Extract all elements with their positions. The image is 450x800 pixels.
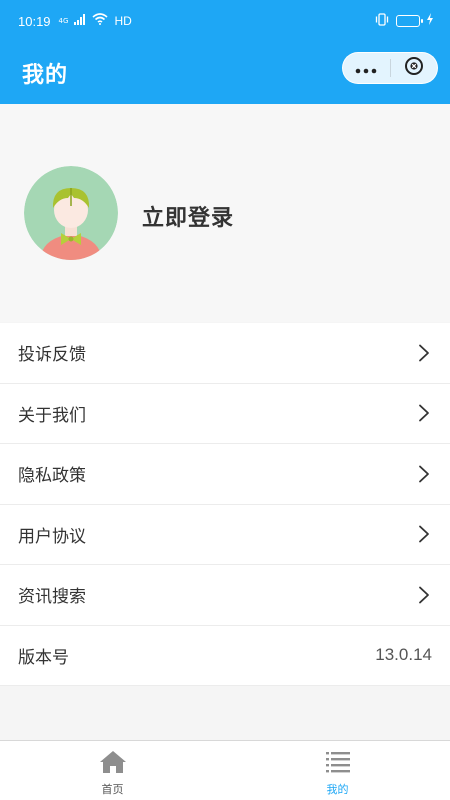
tab-bar: 首页 我的	[0, 740, 450, 800]
chevron-right-icon	[418, 586, 430, 604]
status-right	[374, 12, 434, 30]
chevron-right-icon	[418, 465, 430, 483]
page-title: 我的	[22, 63, 69, 88]
close-circle-icon	[404, 56, 424, 80]
tab-home[interactable]: 首页	[0, 741, 225, 800]
more-button[interactable]	[343, 53, 390, 83]
chevron-right-icon	[418, 404, 430, 422]
wifi-icon	[92, 13, 108, 29]
tab-mine-label: 我的	[326, 783, 349, 796]
menu-item-label: 关于我们	[18, 405, 86, 426]
menu-item-version: 版本号 13.0.14	[0, 626, 450, 686]
status-time: 10:19	[18, 13, 51, 29]
menu-item-feedback[interactable]: 投诉反馈	[0, 323, 450, 384]
login-link[interactable]: 立即登录	[142, 200, 234, 232]
menu-item-label: 隐私政策	[18, 466, 86, 487]
menu-item-label: 投诉反馈	[18, 345, 86, 366]
chevron-right-icon	[418, 344, 430, 362]
menu-item-label: 用户协议	[18, 526, 86, 547]
network-type: 4G	[58, 16, 69, 25]
tab-mine[interactable]: 我的	[225, 741, 450, 800]
close-button[interactable]	[391, 53, 438, 83]
chevron-right-icon	[418, 525, 430, 543]
menu-item-about[interactable]: 关于我们	[0, 384, 450, 444]
list-icon	[325, 750, 351, 778]
menu-item-label: 资讯搜索	[18, 587, 86, 608]
version-label: 版本号	[18, 647, 69, 668]
user-avatar-icon[interactable]	[24, 166, 118, 260]
menu-item-news-search[interactable]: 资讯搜索	[0, 565, 450, 626]
profile-section: 立即登录	[0, 104, 450, 322]
battery-icon	[396, 15, 423, 27]
menu-item-privacy[interactable]: 隐私政策	[0, 444, 450, 505]
mini-program-capsule	[342, 52, 438, 84]
menu-item-agreement[interactable]: 用户协议	[0, 505, 450, 565]
vibrate-icon	[374, 12, 390, 30]
signal-icon	[74, 13, 86, 29]
status-left: 10:19 4G HD	[18, 13, 132, 29]
home-icon	[99, 750, 127, 778]
charging-icon	[426, 13, 434, 29]
settings-menu: 投诉反馈 关于我们 隐私政策 用户协议 资讯搜索 版本号 13.0.14	[0, 323, 450, 686]
hd-indicator: HD	[114, 14, 132, 28]
status-bar: 10:19 4G HD	[0, 0, 450, 42]
navbar: 我的	[0, 42, 450, 104]
tab-home-label: 首页	[101, 783, 124, 796]
more-dots-icon	[355, 59, 377, 78]
version-value: 13.0.14	[375, 645, 432, 665]
